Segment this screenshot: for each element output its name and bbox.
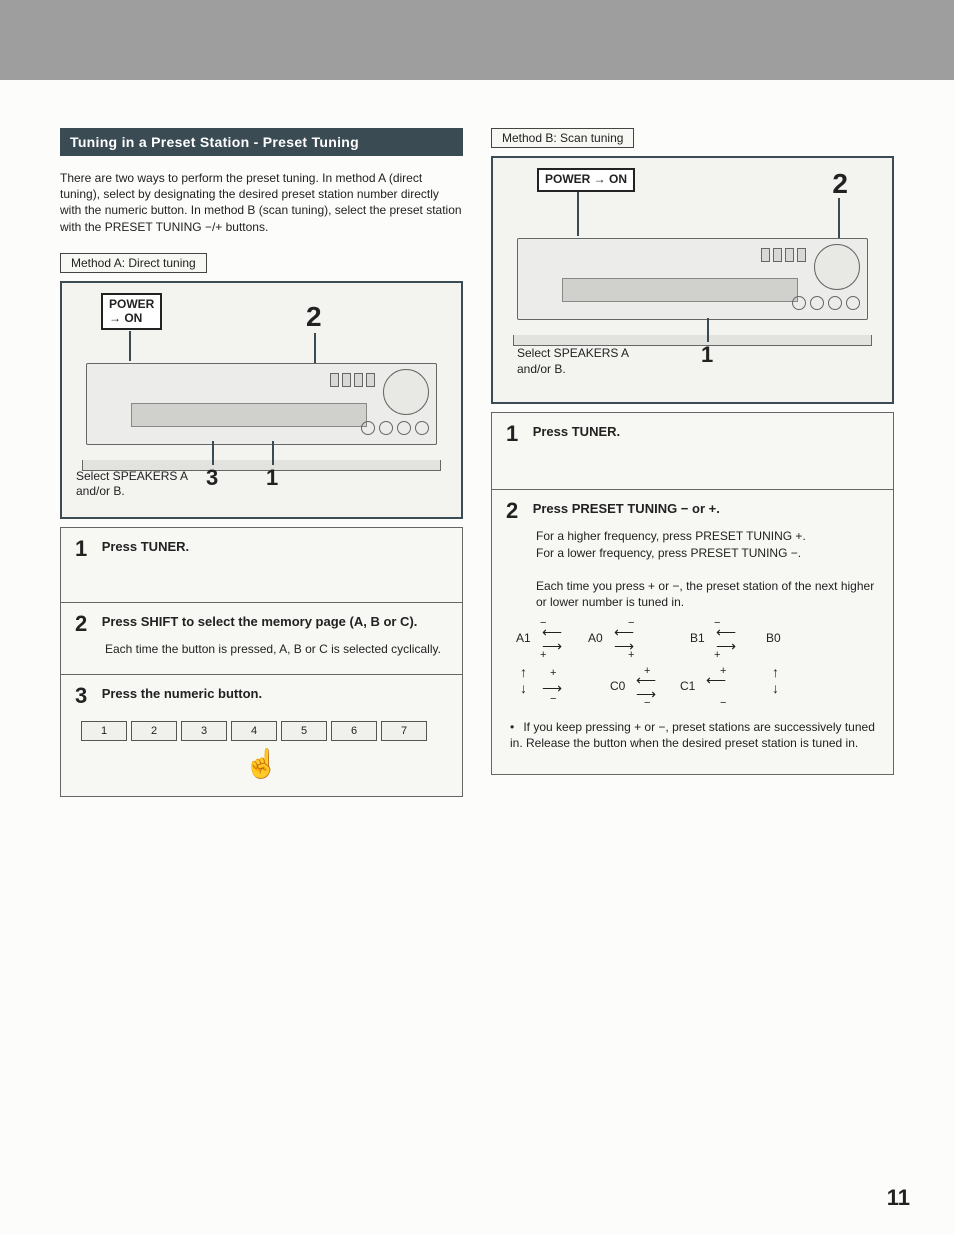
minus-label: − <box>720 697 726 709</box>
step-body-line1: For a higher frequency, press PRESET TUN… <box>536 528 879 545</box>
power-text: POWER → ON <box>545 172 627 186</box>
speakers-line1: Select SPEAKERS A <box>76 469 188 483</box>
num-button-2: 2 <box>131 721 177 741</box>
num-button-7: 7 <box>381 721 427 741</box>
device-illustration-a: POWER → ON 2 <box>76 293 447 503</box>
speakers-line2: and/or B. <box>76 484 125 498</box>
manual-page: Tuning in a Preset Station - Preset Tuni… <box>0 0 954 1235</box>
method-a-step-3: 3 Press the numeric button. 1 2 3 4 5 6 … <box>60 675 463 797</box>
step-number: 3 <box>75 685 87 707</box>
power-on-label: POWER → ON <box>101 293 162 331</box>
plus-label: + <box>714 649 720 661</box>
callout-number-1: 1 <box>701 342 713 368</box>
plus-label: + <box>720 665 726 677</box>
power-on-label: POWER → ON <box>537 168 635 192</box>
arrow-up-icon: ↑ <box>772 665 779 679</box>
method-b-label: Method B: Scan tuning <box>491 128 634 148</box>
callout-line <box>314 333 316 367</box>
callout-number-2: 2 <box>832 168 848 200</box>
scan-tuning-note: • If you keep pressing + or −, preset st… <box>510 719 875 751</box>
num-button-3: 3 <box>181 721 227 741</box>
step-title: Press TUNER. <box>102 539 189 554</box>
power-text: POWER <box>109 297 154 311</box>
minus-label: − <box>628 617 634 629</box>
plus-label: + <box>628 649 634 661</box>
receiver-drawing <box>86 363 437 463</box>
callout-line <box>129 331 131 361</box>
device-illustration-b: POWER → ON 2 <box>507 168 878 388</box>
step-title: Press PRESET TUNING − or +. <box>533 501 720 516</box>
step-body-line2: For a lower frequency, press PRESET TUNI… <box>536 545 879 562</box>
method-b-diagram-box: POWER → ON 2 <box>491 156 894 404</box>
note-text: If you keep pressing + or −, preset stat… <box>510 720 875 750</box>
cycle-c1: C1 <box>680 679 695 693</box>
minus-label: − <box>540 617 546 629</box>
step-title: Press the numeric button. <box>102 686 262 701</box>
step-title: Press TUNER. <box>533 424 620 439</box>
callout-number-1: 1 <box>266 465 278 491</box>
callout-number-3: 3 <box>206 465 218 491</box>
num-button-6: 6 <box>331 721 377 741</box>
callout-line <box>577 192 579 236</box>
arrow-up-icon: ↑ <box>520 665 527 679</box>
content-area: Tuning in a Preset Station - Preset Tuni… <box>0 80 954 797</box>
header-band <box>0 0 954 80</box>
receiver-drawing <box>517 238 868 338</box>
method-b-step-1: 1 Press TUNER. <box>491 412 894 490</box>
method-a-diagram-box: POWER → ON 2 <box>60 281 463 519</box>
hand-press-icon: ☝ <box>75 747 448 780</box>
right-column: Method B: Scan tuning POWER → ON 2 <box>491 128 894 797</box>
plus-label: + <box>540 649 546 661</box>
method-a-step-2: 2 Press SHIFT to select the memory page … <box>60 603 463 675</box>
step-body-line3: Each time you press + or −, the preset s… <box>536 578 879 612</box>
numeric-button-row: 1 2 3 4 5 6 7 <box>81 721 448 741</box>
callout-line <box>707 318 709 342</box>
speakers-label: Select SPEAKERS A and/or B. <box>517 346 629 377</box>
step-title: Press SHIFT to select the memory page (A… <box>102 614 418 629</box>
cycle-a0: A0 <box>588 631 603 645</box>
speakers-line2: and/or B. <box>517 362 566 376</box>
step-body: Each time the button is pressed, A, B or… <box>105 641 448 658</box>
preset-cycle-diagram: A1 ⟵ ⟶ − + A0 ⟵ ⟶ − + B1 ⟵ ⟶ − + B0 <box>510 621 875 711</box>
callout-line <box>212 441 214 465</box>
callout-number-2: 2 <box>306 301 322 333</box>
minus-label: − <box>644 697 650 709</box>
bullet-icon: • <box>510 719 520 735</box>
num-button-4: 4 <box>231 721 277 741</box>
page-number: 11 <box>887 1185 910 1211</box>
step-number: 2 <box>75 613 87 635</box>
method-b-step-2: 2 Press PRESET TUNING − or +. For a high… <box>491 490 894 775</box>
cycle-c0: C0 <box>610 679 625 693</box>
arrow-down-icon: ↓ <box>772 681 779 695</box>
plus-label: + <box>644 665 650 677</box>
cycle-b1: B1 <box>690 631 705 645</box>
method-a-step-1: 1 Press TUNER. <box>60 527 463 603</box>
speakers-label: Select SPEAKERS A and/or B. <box>76 469 188 500</box>
minus-label: − <box>550 693 556 705</box>
intro-text: There are two ways to perform the preset… <box>60 170 463 235</box>
callout-line <box>272 441 274 465</box>
step-number: 2 <box>506 500 518 522</box>
num-button-1: 1 <box>81 721 127 741</box>
section-title: Tuning in a Preset Station - Preset Tuni… <box>60 128 463 156</box>
speakers-line1: Select SPEAKERS A <box>517 346 629 360</box>
step-number: 1 <box>506 423 518 445</box>
cycle-b0: B0 <box>766 631 781 645</box>
num-button-5: 5 <box>281 721 327 741</box>
power-arrow-on: → ON <box>109 311 142 325</box>
left-column: Tuning in a Preset Station - Preset Tuni… <box>60 128 463 797</box>
method-a-label: Method A: Direct tuning <box>60 253 207 273</box>
step-number: 1 <box>75 538 87 560</box>
arrow-down-icon: ↓ <box>520 681 527 695</box>
cycle-a1: A1 <box>516 631 531 645</box>
plus-label: + <box>550 667 556 679</box>
callout-line <box>838 198 840 238</box>
minus-label: − <box>714 617 720 629</box>
